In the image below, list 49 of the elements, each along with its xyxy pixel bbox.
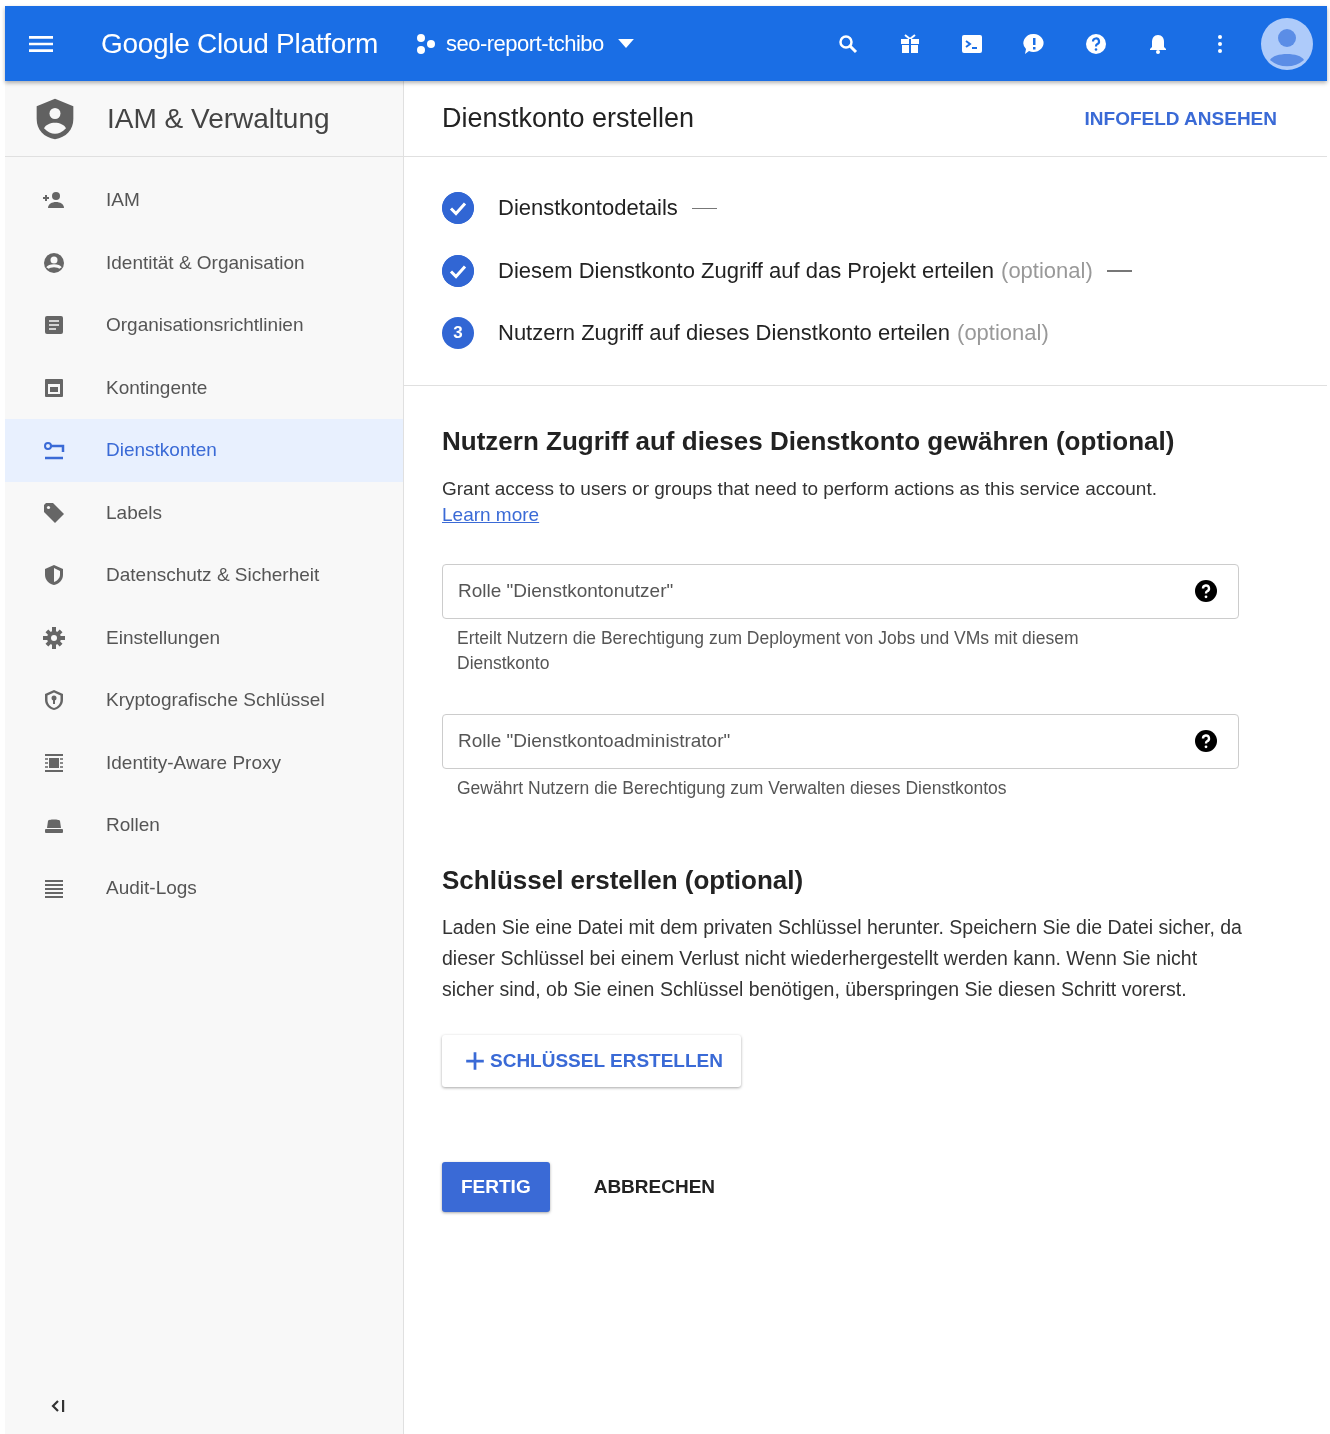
role-field[interactable]: Rolle "Dienstkontonutzer" <box>442 563 1239 619</box>
sidebar-item[interactable]: Labels <box>5 481 403 544</box>
learn-more-link[interactable]: Learn more <box>442 503 540 526</box>
avatar-icon[interactable] <box>1261 17 1313 70</box>
sidebar-title: IAM & Verwaltung <box>107 102 330 135</box>
page-title: Dienstkonto erstellen <box>442 103 695 134</box>
plus-icon <box>464 1049 486 1072</box>
check-icon <box>442 192 474 225</box>
sidebar-item[interactable]: Identität & Organisation <box>5 231 403 294</box>
feedback-icon[interactable] <box>1022 31 1046 56</box>
sidebar-item[interactable]: IAM <box>5 169 403 232</box>
help-icon[interactable] <box>1194 578 1218 603</box>
section-heading: Schlüssel erstellen (optional) <box>442 864 805 896</box>
role-field[interactable]: Rolle "Dienstkontoadministrator" <box>442 713 1239 769</box>
create-key-button[interactable]: SCHLÜSSEL ERSTELLEN <box>442 1034 741 1087</box>
check-icon <box>442 254 474 287</box>
sidebar-item[interactable]: Kryptografische Schlüssel <box>5 669 403 732</box>
step-label: Nutzern Zugriff auf dieses Dienstkonto erteilen <box>498 320 951 347</box>
gift-icon[interactable] <box>898 31 922 56</box>
gear-icon <box>42 625 66 650</box>
sidebar-item[interactable]: Kontingente <box>5 356 403 419</box>
done-button[interactable]: FERTIG <box>442 1161 550 1212</box>
step-number: 3 <box>442 317 474 350</box>
sidebar-item[interactable]: Datenschutz & Sicherheit <box>5 544 403 607</box>
shield-icon <box>42 563 66 588</box>
optional-label: (optional) <box>1001 257 1093 284</box>
shield-key-icon <box>42 688 66 713</box>
cancel-button[interactable]: ABBRECHEN <box>587 1174 722 1199</box>
field-hint: Erteilt Nutzern die Berechtigung zum Deployment von Jobs und VMs mit diesem Dienstkonto <box>456 626 1080 675</box>
sidebar-item[interactable]: Einstellungen <box>5 606 403 669</box>
sidebar-item[interactable]: Organisationsrichtlinien <box>5 294 403 357</box>
section-description: Grant access to users or groups that need to perform actions as this service account. <box>442 476 1158 501</box>
section-description: Laden Sie eine Datei mit dem privaten Schlüssel herunter. Speichern Sie die Datei sicher, da dieser Schlüssel bei einem Verlust nicht wiederhergestellt werden kann. Wenn Sie nicht sicher sind, ob Sie einen Schlüssel benötigen, überspringen Sie diesen Schritt vorerst. <box>442 914 1242 1002</box>
product-name: Google Cloud Platform <box>101 27 378 60</box>
optional-label: (optional) <box>957 320 1049 347</box>
account-circle-icon <box>42 250 66 275</box>
sidebar-item[interactable]: Identity-Aware Proxy <box>5 731 403 794</box>
project-selector[interactable]: seo-report-tchibo <box>413 30 634 57</box>
sidebar-item[interactable]: Dienstkonten <box>5 419 403 482</box>
caret-icon <box>617 39 634 48</box>
step-label: Dienstkontodetails <box>498 195 678 222</box>
info-panel-link[interactable]: INFOFELD ANSEHEN <box>1078 106 1283 131</box>
sidebar-item[interactable]: Rollen <box>5 794 403 857</box>
field-hint: Gewährt Nutzern die Berechtigung zum Verwalten dieses Dienstkontos <box>456 776 1008 800</box>
section-heading: Nutzern Zugriff auf dieses Dienstkonto gewähren (optional) <box>442 425 1176 457</box>
help-icon[interactable] <box>1194 728 1218 753</box>
step-label: Diesem Dienstkonto Zugriff auf das Projekt erteilen <box>498 257 995 284</box>
tag-icon <box>42 500 66 525</box>
sidebar-item[interactable]: Audit-Logs <box>5 856 403 919</box>
